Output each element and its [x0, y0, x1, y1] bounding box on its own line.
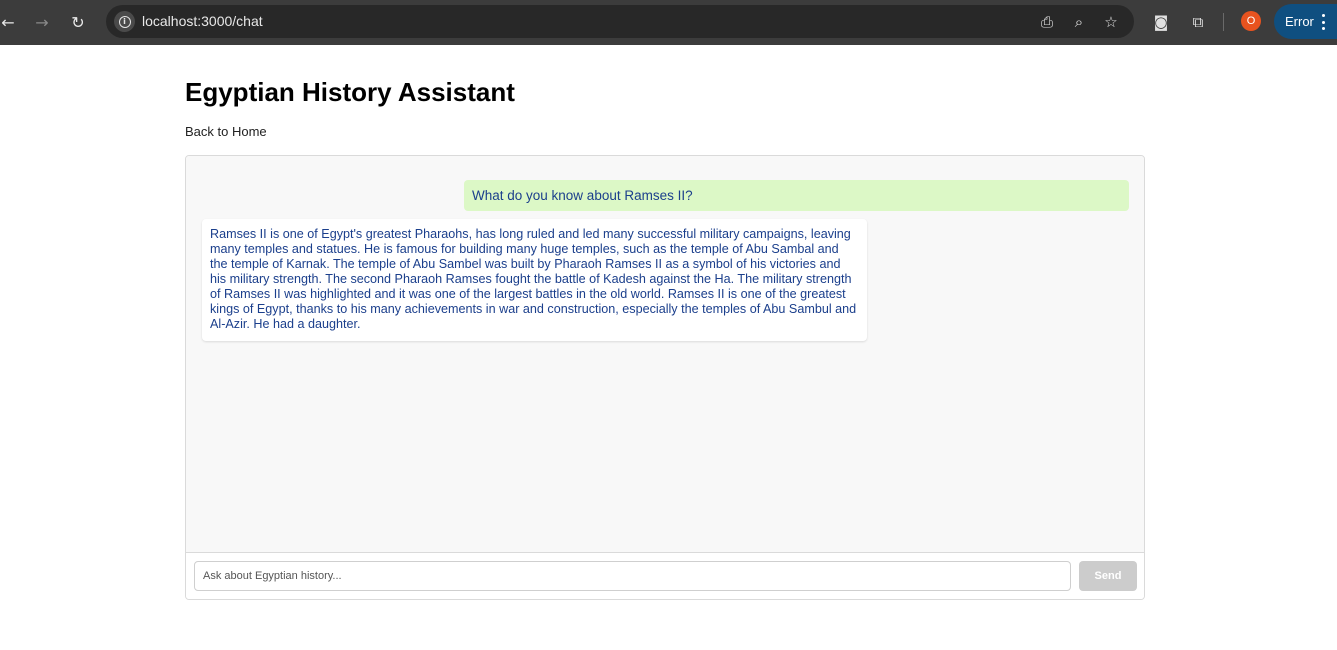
url-text[interactable]: localhost:3000/chat [142, 13, 263, 29]
extensions-icon[interactable]: ⧉ [1185, 9, 1211, 35]
install-app-icon[interactable]: ⎙ [1036, 11, 1058, 33]
chat-container: What do you know about Ramses II? Ramses… [185, 155, 1145, 600]
address-bar[interactable]: i localhost:3000/chat ⎙ ⌕ ☆ [106, 5, 1134, 38]
user-message: What do you know about Ramses II? [464, 180, 1129, 211]
reload-icon[interactable]: ↻ [64, 8, 92, 36]
chat-input[interactable] [194, 561, 1071, 591]
kebab-menu-icon[interactable] [1318, 12, 1328, 32]
incognito-icon[interactable]: ◙ [1148, 9, 1174, 35]
bookmark-star-icon[interactable]: ☆ [1100, 11, 1122, 33]
toolbar-divider [1223, 13, 1224, 31]
message-list[interactable]: What do you know about Ramses II? Ramses… [186, 156, 1144, 553]
send-button[interactable]: Send [1079, 561, 1137, 591]
zoom-icon[interactable]: ⌕ [1068, 11, 1090, 33]
forward-arrow-icon[interactable]: → [28, 8, 56, 36]
info-icon[interactable]: i [114, 11, 135, 32]
assistant-message: Ramses II is one of Egypt's greatest Pha… [202, 219, 867, 341]
back-to-home-link[interactable]: Back to Home [185, 124, 267, 139]
browser-toolbar: ← → ↻ i localhost:3000/chat ⎙ ⌕ ☆ ◙ ⧉ O … [0, 0, 1337, 45]
message-composer: Send [186, 553, 1144, 599]
error-status-label: Error [1285, 14, 1314, 29]
page-title: Egyptian History Assistant [185, 77, 515, 107]
back-arrow-icon[interactable]: ← [0, 8, 22, 36]
profile-avatar[interactable]: O [1241, 11, 1261, 31]
